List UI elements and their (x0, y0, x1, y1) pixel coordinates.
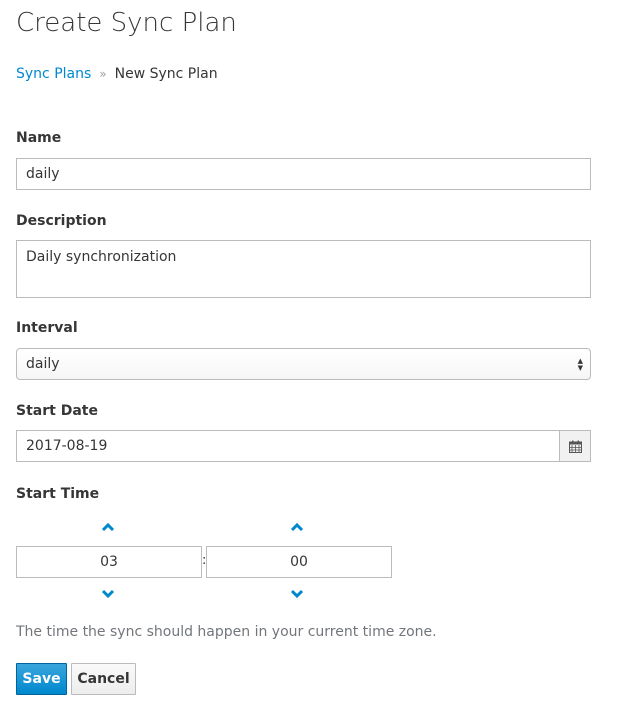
cancel-button[interactable]: Cancel (71, 663, 136, 695)
start-date-input[interactable]: 2017-08-19 (16, 430, 591, 462)
hours-increment-chevron-up-icon[interactable] (98, 520, 118, 534)
breadcrumb-current: New Sync Plan (114, 66, 218, 82)
breadcrumb: Sync Plans » New Sync Plan (16, 66, 218, 82)
start-time-label: Start Time (16, 486, 100, 502)
name-input[interactable]: daily (16, 158, 591, 190)
interval-value: daily (26, 356, 60, 372)
breadcrumb-separator: » (99, 67, 107, 81)
description-label: Description (16, 213, 107, 229)
start-date-label: Start Date (16, 403, 98, 419)
page-title: Create Sync Plan (16, 8, 237, 38)
name-value: daily (26, 166, 60, 182)
select-arrows-icon: ▲ ▼ (577, 357, 583, 372)
minutes-increment-chevron-up-icon[interactable] (287, 520, 307, 534)
breadcrumb-sync-plans-link[interactable]: Sync Plans (16, 66, 91, 82)
minutes-decrement-chevron-down-icon[interactable] (287, 587, 307, 601)
save-button[interactable]: Save (16, 663, 67, 695)
name-label: Name (16, 130, 62, 146)
hours-value: 03 (100, 554, 118, 570)
start-date-value: 2017-08-19 (26, 438, 108, 454)
help-text: The time the sync should happen in your … (16, 624, 437, 640)
hours-input[interactable]: 03 (16, 546, 202, 578)
minutes-value: 00 (290, 554, 308, 570)
calendar-icon[interactable] (559, 431, 590, 461)
description-textarea[interactable]: Daily synchronization (16, 240, 591, 298)
minutes-input[interactable]: 00 (206, 546, 392, 578)
description-value: Daily synchronization (26, 249, 177, 265)
interval-label: Interval (16, 320, 78, 336)
interval-select[interactable]: daily ▲ ▼ (16, 348, 591, 380)
hours-decrement-chevron-down-icon[interactable] (98, 587, 118, 601)
